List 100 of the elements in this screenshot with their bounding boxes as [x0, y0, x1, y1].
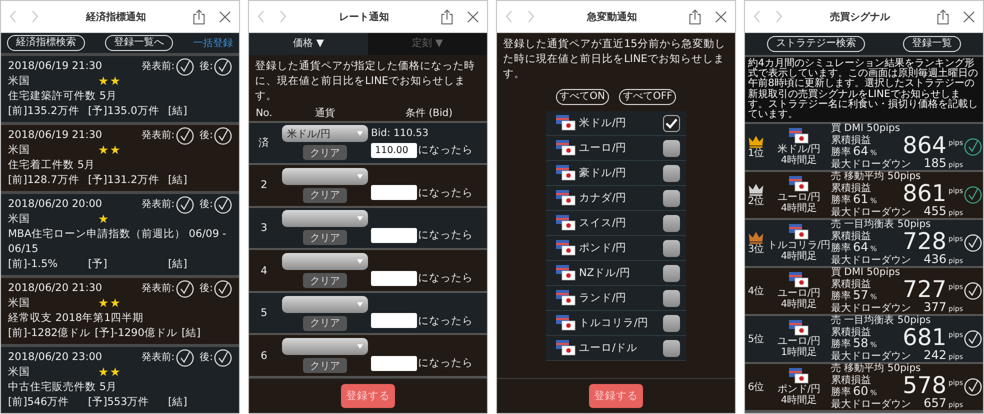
description-text: 約4カ月間のシミュレーション結果をランキング形式で表示しています。この画面は原則毎週土曜日の午前8時頃に更新します。選択したストラテジーの新規取引の売買シグナルをLINEでお知らせします。ストラテジー名に利食い・損切り価格を記載しています。: [745, 55, 983, 122]
flag-pair-icon: [789, 272, 809, 288]
price-field[interactable]: [371, 270, 417, 286]
win-rate-label: 勝率: [831, 194, 851, 206]
country-label: 米国: [8, 212, 31, 227]
row-number: 3: [260, 222, 268, 234]
clear-button[interactable]: クリア: [303, 316, 347, 331]
clear-button[interactable]: クリア: [303, 145, 347, 160]
win-rate-label: 勝率: [831, 338, 851, 350]
currency-select[interactable]: [282, 296, 368, 313]
currency-pair-label: ポンド/円: [777, 384, 821, 396]
condition-suffix: になったら: [418, 186, 473, 200]
share-icon[interactable]: [937, 8, 949, 24]
clear-button[interactable]: クリア: [303, 273, 347, 288]
checkbox[interactable]: [663, 264, 680, 282]
currency-select[interactable]: [282, 210, 368, 228]
pill-button[interactable]: 登録一覧: [903, 36, 961, 52]
currency-pair-label: NZドル/円: [579, 266, 632, 280]
checkbox[interactable]: [663, 240, 680, 256]
bulk-register-link[interactable]: 一括登録: [193, 36, 233, 50]
checkbox[interactable]: [663, 140, 680, 156]
profit-label: 累積損益: [831, 374, 871, 386]
strategy-name: 買 DMI 50pips: [831, 267, 902, 278]
close-icon[interactable]: [715, 10, 727, 22]
checkbox[interactable]: [663, 340, 680, 356]
currency-select[interactable]: [282, 253, 368, 270]
share-icon[interactable]: [689, 8, 701, 24]
close-icon[interactable]: [963, 10, 975, 22]
forecast-value: [予]: [88, 257, 108, 272]
drawdown-label: 最大ドローダウン: [831, 351, 911, 362]
indicator-name: MBA住宅ローン申請指数（前週比） 06/09 - 06/15: [8, 227, 228, 257]
after-label: 後:: [200, 282, 213, 296]
win-rate-value: 64: [853, 242, 868, 253]
check-circle-icon[interactable]: [964, 186, 982, 204]
timeframe-label: 4時間足: [780, 155, 818, 166]
pill-button[interactable]: ストラテジー検索: [767, 36, 865, 52]
caret-icon: [357, 174, 363, 179]
event-datetime: 2018/06/19 21:30: [8, 59, 102, 74]
country-label: 米国: [8, 296, 31, 311]
importance-stars: ★: [98, 212, 110, 227]
drawdown-value: 455: [924, 206, 947, 218]
currency-select[interactable]: [282, 168, 368, 185]
country-label: 米国: [8, 143, 31, 158]
timeframe-label: 4時間足: [780, 299, 818, 310]
drawdown-label: 最大ドローダウン: [831, 303, 911, 314]
profit-label: 累積損益: [831, 326, 871, 338]
drawdown-label: 最大ドローダウン: [831, 159, 911, 170]
checkbox[interactable]: [663, 190, 680, 206]
pill-button[interactable]: すべてOFF: [618, 89, 676, 105]
rank-label: 1位: [748, 148, 764, 160]
strategy-name: 売 一目均衡表 50pips: [831, 219, 932, 230]
clear-button[interactable]: クリア: [303, 230, 347, 246]
checkbox[interactable]: [663, 314, 680, 332]
drawdown-label: 最大ドローダウン: [831, 255, 911, 266]
pill-button[interactable]: 登録一覧へ: [105, 35, 173, 51]
currency-pair-label: ポンド/円: [579, 241, 628, 255]
price-field[interactable]: [371, 185, 417, 200]
result-value: [結]: [181, 326, 201, 341]
pill-button[interactable]: 経済指標検索: [7, 35, 85, 51]
before-label: 発表前:: [141, 350, 175, 365]
price-field[interactable]: [371, 228, 417, 243]
event-datetime: 2018/06/20 20:00: [8, 197, 102, 212]
checkbox[interactable]: [663, 164, 680, 182]
flag-pair-icon: [556, 265, 576, 281]
pill-button[interactable]: すべてON: [556, 89, 609, 105]
checkbox[interactable]: [663, 290, 680, 306]
currency-pair-label: ユーロ/円: [579, 141, 628, 155]
price-field[interactable]: [371, 313, 417, 328]
drawdown-value: 436: [924, 254, 947, 266]
profit-label: 累積損益: [831, 278, 871, 290]
currency-select[interactable]: [282, 338, 368, 356]
check-circle-icon[interactable]: [964, 138, 982, 156]
flag-pair-icon: [789, 128, 809, 144]
checkbox[interactable]: [663, 214, 680, 232]
strategy-name: 売 移動平均 50pips: [831, 363, 922, 374]
clear-button[interactable]: クリア: [303, 188, 347, 203]
share-icon[interactable]: [441, 8, 453, 24]
window-title: レート通知: [338, 10, 390, 24]
currency-pair-label: スイス/円: [579, 216, 628, 230]
price-field[interactable]: 110.00: [371, 142, 417, 158]
price-field[interactable]: [371, 356, 417, 371]
event-datetime: 2018/06/19 21:30: [8, 128, 102, 143]
drawdown-value: 185: [924, 158, 947, 170]
tab[interactable]: 価格 ▼: [249, 33, 368, 55]
condition-suffix: になったら: [418, 143, 473, 158]
close-icon[interactable]: [467, 10, 479, 22]
clear-button[interactable]: クリア: [303, 358, 347, 374]
close-icon[interactable]: [219, 10, 231, 22]
row-number: 2: [260, 179, 268, 192]
tab[interactable]: 定刻 ▼: [368, 33, 487, 55]
after-label: 後:: [200, 351, 213, 365]
previous-value: [前]-1.5%: [8, 257, 59, 272]
indicator-name: 経常収支 2018年第1四半期: [8, 311, 145, 326]
indicator-name: 住宅着工件数 5月: [8, 158, 96, 173]
share-icon[interactable]: [193, 8, 205, 24]
flag-pair-icon: [556, 140, 576, 156]
caret-icon: [357, 259, 363, 264]
currency-select[interactable]: 米ドル/円: [282, 125, 368, 142]
profit-value: 864: [902, 135, 947, 158]
checkbox[interactable]: [663, 114, 680, 132]
